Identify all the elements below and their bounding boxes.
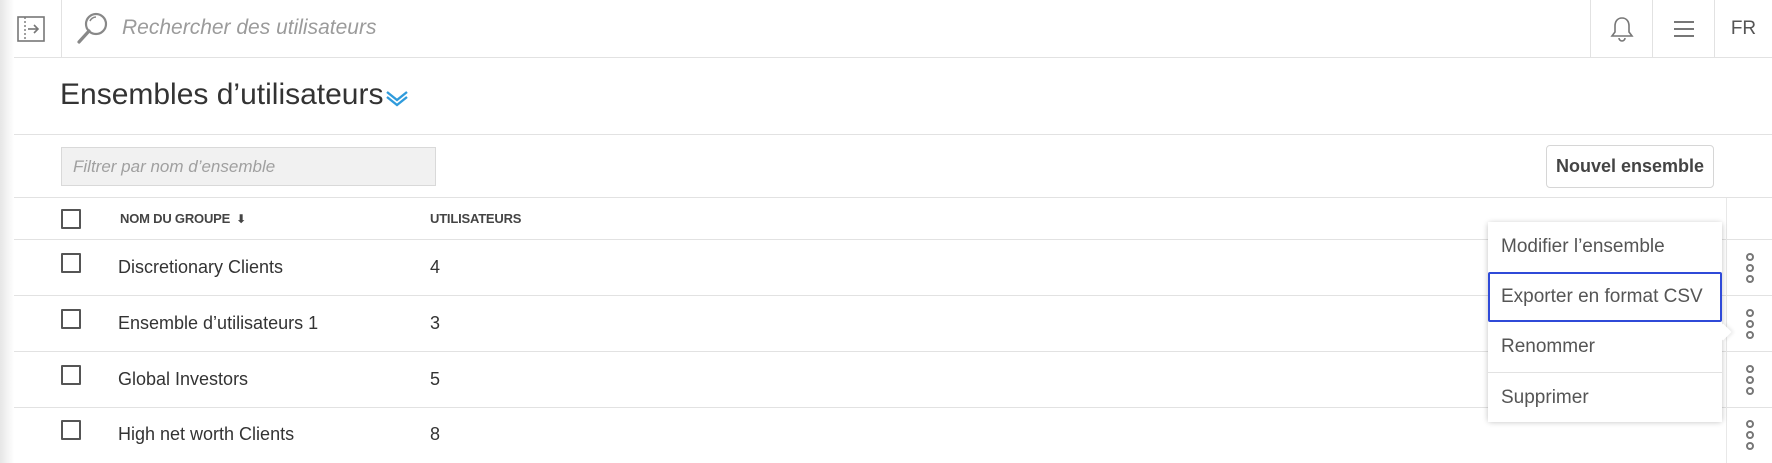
cell-group-name: High net worth Clients <box>118 424 295 444</box>
row-checkbox[interactable] <box>61 253 81 273</box>
cell-user-count: 5 <box>430 369 441 389</box>
sidebar-edge <box>0 0 14 463</box>
bell-icon <box>1609 16 1634 42</box>
language-selector[interactable]: FR <box>1714 0 1772 57</box>
chevron-double-down-icon[interactable] <box>384 88 410 108</box>
cell-user-count: 8 <box>430 424 441 444</box>
kebab-icon[interactable] <box>1726 407 1772 463</box>
kebab-icon[interactable] <box>1726 296 1772 352</box>
menu-item-edit-set[interactable]: Modifier l’ensemble <box>1488 222 1722 272</box>
top-bar: FR <box>0 0 1772 58</box>
sidebar-toggle-button[interactable] <box>0 0 62 57</box>
search-icon <box>77 12 108 44</box>
column-header-name-label: NOM DU GROUPE <box>120 211 231 226</box>
cell-user-count: 4 <box>430 257 441 277</box>
filter-toolbar: Nouvel ensemble <box>0 135 1772 198</box>
select-all-checkbox[interactable] <box>61 209 81 229</box>
page-header: Ensembles d’utilisateurs <box>0 58 1772 135</box>
row-context-menu: Modifier l’ensemble Exporter en format C… <box>1488 222 1722 422</box>
filter-input[interactable] <box>61 147 436 186</box>
page-title: Ensembles d’utilisateurs <box>60 78 384 111</box>
cell-group-name: Global Investors <box>118 369 249 389</box>
sort-arrow-icon: ⬇ <box>236 212 246 226</box>
actions-column-header <box>1726 198 1772 240</box>
hamburger-menu-icon <box>1673 20 1694 37</box>
sidebar-expand-icon <box>16 15 45 42</box>
cell-group-name: Ensemble d’utilisateurs 1 <box>118 313 319 333</box>
menu-item-delete[interactable]: Supprimer <box>1488 372 1722 422</box>
new-set-button[interactable]: Nouvel ensemble <box>1546 145 1714 188</box>
search-input[interactable] <box>122 10 1022 46</box>
main-menu-button[interactable] <box>1652 0 1714 57</box>
menu-item-export-csv[interactable]: Exporter en format CSV <box>1488 272 1722 322</box>
row-checkbox[interactable] <box>61 420 81 440</box>
cell-user-count: 3 <box>430 313 441 333</box>
kebab-icon[interactable] <box>1726 352 1772 408</box>
cell-group-name: Discretionary Clients <box>118 257 284 277</box>
kebab-icon[interactable] <box>1726 240 1772 296</box>
row-checkbox[interactable] <box>61 365 81 385</box>
column-header-users[interactable]: UTILISATEURS <box>430 211 521 226</box>
notifications-button[interactable] <box>1590 0 1652 57</box>
menu-item-rename[interactable]: Renommer <box>1488 322 1722 372</box>
row-checkbox[interactable] <box>61 309 81 329</box>
column-header-name[interactable]: NOM DU GROUPE ⬇ <box>120 211 246 226</box>
language-label: FR <box>1730 17 1757 39</box>
